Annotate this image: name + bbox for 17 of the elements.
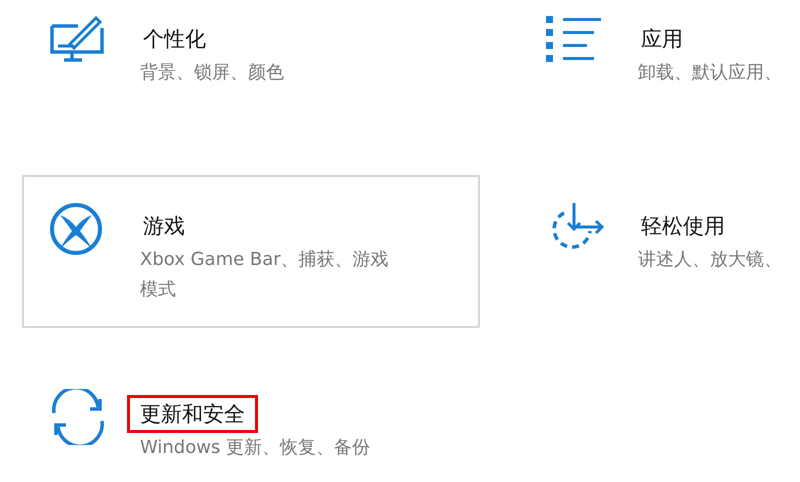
tile-title[interactable]: 应用 [638, 20, 696, 58]
settings-tile[interactable]: 应用 卸载、默认应用、 [520, 0, 798, 140]
settings-tile[interactable]: 更新和安全 Windows 更新、恢复、备份 [22, 363, 480, 482]
list-icon [546, 14, 602, 64]
tile-title[interactable]: 游戏 [140, 207, 198, 245]
tile-description: Xbox Game Bar、捕获、游戏模式 [140, 248, 390, 302]
tile-title[interactable]: 轻松使用 [638, 207, 738, 245]
xbox-icon [48, 201, 104, 257]
tile-description: 背景、锁屏、颜色 [140, 61, 284, 85]
tile-title[interactable]: 更新和安全 [127, 395, 258, 433]
tile-description: 讲述人、放大镜、 [638, 248, 782, 272]
settings-tile[interactable]: 轻松使用 讲述人、放大镜、 [520, 175, 798, 328]
tile-title[interactable]: 个性化 [140, 20, 219, 58]
tile-description: Windows 更新、恢复、备份 [140, 436, 370, 460]
settings-tile[interactable]: 游戏 Xbox Game Bar、捕获、游戏模式 [22, 175, 480, 328]
settings-tile[interactable]: 个性化 背景、锁屏、颜色 [22, 0, 480, 140]
tile-description: 卸载、默认应用、 [638, 61, 782, 85]
